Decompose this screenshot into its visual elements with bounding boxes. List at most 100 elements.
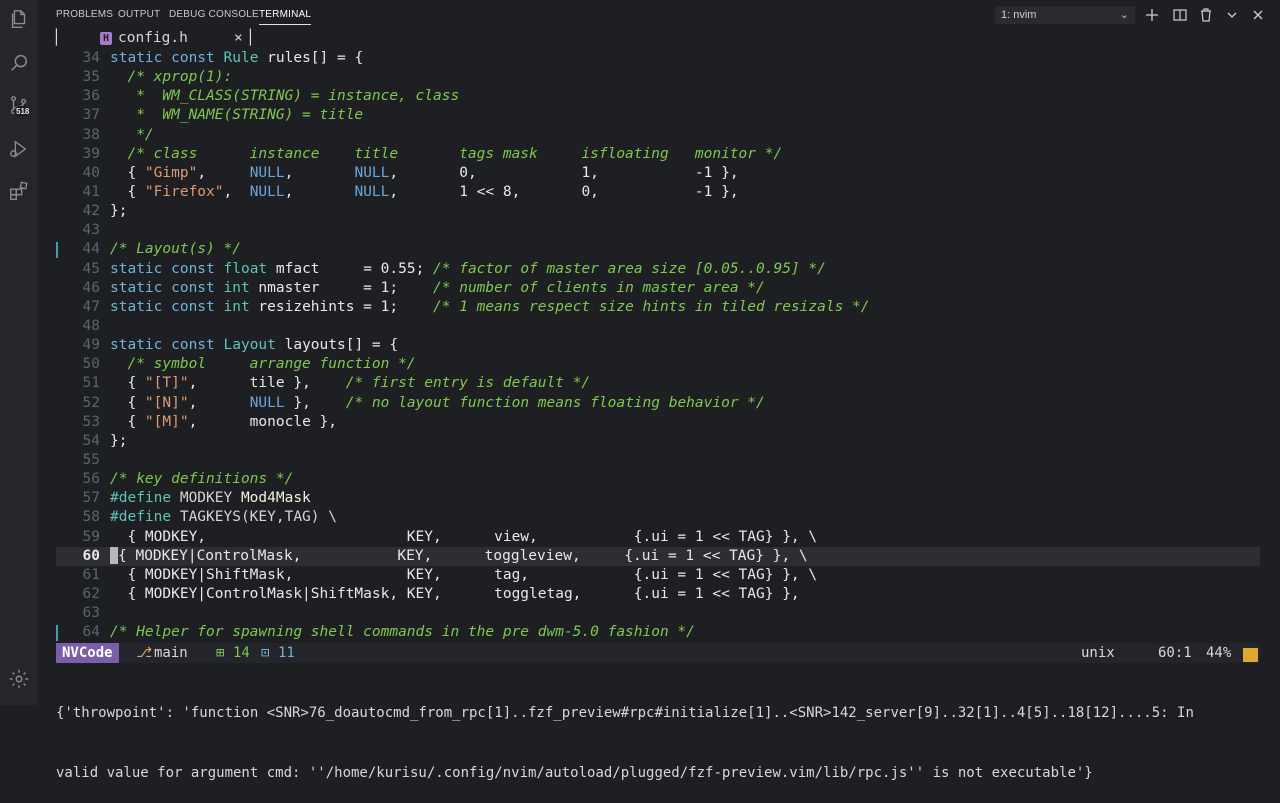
message-area: {'throwpoint': 'function <SNR>76_doautoc…	[56, 663, 1260, 803]
tab-filename[interactable]: config.h	[118, 30, 188, 46]
scrollbar-indicator	[1243, 648, 1258, 662]
code-token: { MODKEY|ShiftMask, KEY, tag, {.ui = 1 <…	[110, 566, 818, 583]
split-terminal-icon[interactable]	[1172, 7, 1188, 23]
code-token: {	[110, 183, 145, 200]
code-line[interactable]: 40 { "Gimp", NULL, NULL, 0, 1, -1 },	[56, 164, 1260, 183]
line-code: static const int nmaster = 1; /* number …	[110, 279, 765, 298]
code-line[interactable]: 45 static const float mfact = 0.55; /* fa…	[56, 260, 1260, 279]
line-number: 59	[82, 528, 100, 545]
code-token: mfact = 0.55;	[275, 260, 434, 277]
tab-output[interactable]: OUTPUT	[118, 9, 160, 20]
settings-gear-icon[interactable]	[8, 668, 30, 690]
code-token: float	[223, 260, 276, 277]
extensions-icon[interactable]	[8, 180, 30, 202]
code-line[interactable]: 51 { "[T]", tile }, /* first entry is de…	[56, 374, 1260, 393]
code-token: , 1 << 8, 0, -1 },	[389, 183, 739, 200]
line-number: 45	[82, 260, 100, 277]
code-token: "[N]"	[144, 394, 189, 411]
code-line[interactable]: 62 { MODKEY|ControlMask|ShiftMask, KEY, …	[56, 585, 1260, 604]
code-editor[interactable]: 34 static const Rule rules[] = {35 /* xpr…	[56, 49, 1260, 642]
line-code: static const float mfact = 0.55; /* fact…	[110, 260, 826, 279]
code-token: /* no layout function means floating beh…	[345, 394, 765, 411]
code-line[interactable]: 64 /* Helper for spawning shell commands …	[56, 623, 1260, 642]
line-code: { "Firefox", NULL, NULL, 1 << 8, 0, -1 }…	[110, 183, 739, 202]
current-code-line[interactable]: 60 { MODKEY|ControlMask, KEY, toggleview,…	[56, 546, 1260, 566]
trash-icon[interactable]	[1198, 7, 1214, 23]
code-token: , monocle },	[188, 413, 337, 430]
line-number: 44	[82, 241, 100, 258]
code-line[interactable]: 57 #define MODKEY Mod4Mask	[56, 489, 1260, 508]
code-line[interactable]: 56 /* key definitions */	[56, 470, 1260, 489]
line-number: 39	[82, 145, 100, 162]
code-token: },	[284, 394, 346, 411]
scm-badge: 518	[14, 106, 32, 117]
code-token: /* factor of master area size [0.05..0.9…	[433, 260, 826, 277]
code-token: ,	[284, 164, 355, 181]
line-number: 43	[82, 222, 100, 239]
code-line[interactable]: 44 /* Layout(s) */	[56, 240, 1260, 259]
code-token: Mod4Mask	[240, 490, 311, 507]
line-number: 36	[82, 88, 100, 105]
code-token: #define	[110, 490, 180, 507]
code-line[interactable]: 43	[56, 221, 1260, 240]
tab-debug-console[interactable]: DEBUG CONSOLE	[169, 9, 259, 20]
panel-header: PROBLEMS OUTPUT DEBUG CONSOLE TERMINAL 1…	[38, 0, 1280, 30]
line-number: 62	[82, 585, 100, 602]
code-line[interactable]: 50 /* symbol arrange function */	[56, 355, 1260, 374]
tab-close-icon[interactable]: ×	[234, 30, 243, 46]
explorer-icon[interactable]	[8, 8, 30, 30]
line-code: };	[110, 432, 127, 451]
code-token: {	[110, 413, 145, 430]
code-line[interactable]: 34 static const Rule rules[] = {	[56, 49, 1260, 68]
code-line[interactable]: 36 * WM_CLASS(STRING) = instance, class	[56, 87, 1260, 106]
code-line[interactable]: 61 { MODKEY|ShiftMask, KEY, tag, {.ui = …	[56, 566, 1260, 585]
code-token: ,	[197, 164, 250, 181]
line-number: 40	[82, 164, 100, 181]
maximize-chevron-icon[interactable]	[1224, 7, 1240, 23]
code-line[interactable]: 35 /* xprop(1):	[56, 68, 1260, 87]
code-line[interactable]: 41 { "Firefox", NULL, NULL, 1 << 8, 0, -…	[56, 183, 1260, 202]
line-number: 60	[82, 547, 100, 564]
new-terminal-icon[interactable]	[1144, 7, 1160, 23]
terminal-select[interactable]: 1: nvim ⌄	[995, 6, 1135, 24]
code-line[interactable]: 39 /* class instance title tags mask isf…	[56, 145, 1260, 164]
code-token: nmaster = 1;	[258, 279, 434, 296]
code-token: /* 1 means respect size hints in tiled r…	[433, 298, 870, 315]
code-line[interactable]: 48	[56, 317, 1260, 336]
code-token: { MODKEY, KEY, view, {.ui = 1 << TAG} },…	[110, 528, 818, 545]
code-line[interactable]: 52 { "[N]", NULL }, /* no layout functio…	[56, 394, 1260, 413]
code-line[interactable]: 46 static const int nmaster = 1; /* numbe…	[56, 279, 1260, 298]
code-token: layouts[] = {	[284, 337, 399, 354]
line-code: /* Layout(s) */	[110, 240, 241, 259]
line-code: static const Rule rules[] = {	[110, 49, 363, 68]
code-token: MODKEY	[179, 490, 241, 507]
code-token: static const	[110, 298, 224, 315]
code-line[interactable]: 37 * WM_NAME(STRING) = title	[56, 106, 1260, 125]
search-icon[interactable]	[8, 52, 30, 74]
run-debug-icon[interactable]	[8, 138, 30, 160]
code-line[interactable]: 59 { MODKEY, KEY, view, {.ui = 1 << TAG}…	[56, 528, 1260, 547]
tab-problems[interactable]: PROBLEMS	[56, 9, 113, 20]
tab-terminal[interactable]: TERMINAL	[259, 9, 312, 25]
line-code: { "[N]", NULL }, /* no layout function m…	[110, 394, 765, 413]
close-panel-icon[interactable]	[1250, 7, 1266, 23]
code-token: int	[223, 298, 259, 315]
code-token: #define	[110, 509, 180, 526]
code-line[interactable]: 49 static const Layout layouts[] = {	[56, 336, 1260, 355]
code-line[interactable]: 38 */	[56, 126, 1260, 145]
line-number: 56	[82, 471, 100, 488]
code-line[interactable]: 63	[56, 604, 1260, 623]
line-code: /* key definitions */	[110, 470, 293, 489]
code-line[interactable]: 55	[56, 451, 1260, 470]
code-line[interactable]: 42};	[56, 202, 1260, 221]
code-line[interactable]: 58 #define TAGKEYS(KEY,TAG) \	[56, 508, 1260, 527]
code-line[interactable]: 47 static const int resizehints = 1; /* 1…	[56, 298, 1260, 317]
line-code: { "[M]", monocle },	[110, 413, 337, 432]
code-token: Layout	[223, 337, 285, 354]
line-number: 61	[82, 566, 100, 583]
code-token: "Firefox"	[144, 183, 224, 200]
code-line[interactable]: 53 { "[M]", monocle },	[56, 413, 1260, 432]
modified-count: 11	[278, 645, 295, 661]
line-number: 47	[82, 298, 100, 315]
code-line[interactable]: 54};	[56, 432, 1260, 451]
